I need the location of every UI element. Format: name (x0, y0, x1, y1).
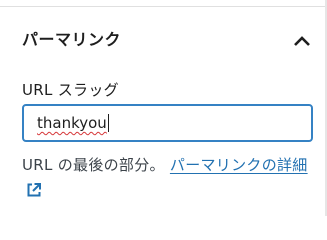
chevron-up-icon[interactable] (293, 35, 311, 47)
url-slug-value[interactable]: thankyou (37, 114, 107, 132)
panel-title: パーマリンク (22, 30, 122, 49)
text-caret (107, 114, 109, 132)
permalink-help-text: URL の最後の部分。 パーマリンクの詳細 (22, 152, 318, 204)
permalink-docs-link-label[interactable]: パーマリンクの詳細 (170, 156, 308, 174)
permalink-docs-link[interactable]: パーマリンクの詳細 (170, 156, 308, 174)
url-slug-input[interactable]: thankyou (22, 104, 313, 142)
external-link-icon[interactable] (27, 183, 41, 197)
help-text-prefix: URL の最後の部分。 (22, 156, 165, 174)
permalink-panel-toggle[interactable]: パーマリンク (0, 7, 325, 63)
slug-field-label: URL スラッグ (22, 81, 119, 99)
